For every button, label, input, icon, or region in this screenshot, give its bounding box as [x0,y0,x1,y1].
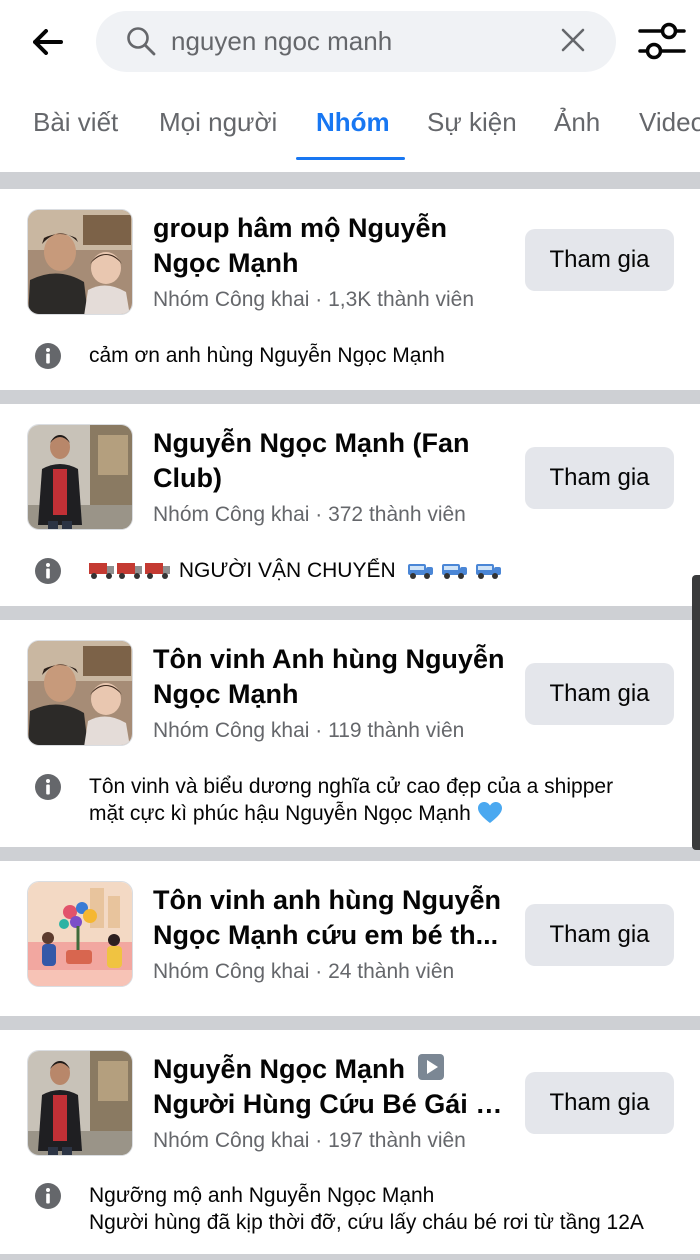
group-name-line2: Club) [153,463,222,493]
divider [0,390,700,404]
man-holding-baby-photo [28,210,132,314]
group-description: Tôn vinh và biểu dương nghĩa cử cao đẹp … [89,773,679,827]
scrollbar[interactable] [692,575,700,850]
group-name[interactable]: group hâm mộ Nguyễn Ngọc Mạnh [153,211,513,281]
group-result-card[interactable]: Tôn vinh anh hùng Nguyễn Ngọc Mạnh cứu e… [0,861,700,1016]
group-name[interactable]: Tôn vinh Anh hùng Nguyễn Ngọc Mạnh [153,642,513,712]
group-meta: Nhóm Công khai · 197 thành viên [153,1129,466,1152]
group-name-line2: Ngọc Mạnh [153,679,299,709]
group-thumbnail[interactable] [27,881,133,987]
info-icon [35,1183,61,1209]
tab-people[interactable]: Mọi người [159,106,277,138]
man-standing-photo [28,425,132,529]
divider [0,606,700,620]
group-meta: Nhóm Công khai · 372 thành viên [153,503,466,526]
tab-groups[interactable]: Nhóm [316,106,390,138]
group-result-card[interactable]: Nguyễn Ngọc Mạnh (Fan Club) Nhóm Công kh… [0,404,700,606]
divider [0,172,700,189]
info-icon [35,343,61,369]
join-group-button[interactable]: Tham gia [525,447,674,509]
top-bar: nguyen ngoc manh [0,0,700,84]
filter-button[interactable] [636,18,688,64]
group-name-line2: Ngọc Mạnh cứu em bé th... [153,920,499,950]
group-name[interactable]: Nguyễn Ngọc Mạnh Người Hùng Cứu Bé Gái R… [153,1052,513,1122]
man-holding-baby-photo [28,641,132,745]
group-name-line2: Người Hùng Cứu Bé Gái R... [153,1089,513,1119]
group-name-line1: Nguyễn Ngọc Mạnh (Fan [153,428,470,458]
truck-icon [89,563,170,579]
tab-posts[interactable]: Bài viết [33,106,118,138]
group-result-card[interactable]: Nguyễn Ngọc Mạnh Người Hùng Cứu Bé Gái R… [0,1030,700,1254]
divider [0,1016,700,1030]
group-default-illustration [28,882,132,986]
group-name-line1: Tôn vinh anh hùng Nguyễn [153,885,501,915]
blue-heart-icon [477,802,502,823]
join-group-button[interactable]: Tham gia [525,663,674,725]
group-thumbnail[interactable] [27,1050,133,1156]
group-name-line1: group hâm mộ Nguyễn [153,213,448,243]
group-thumbnail[interactable] [27,209,133,315]
join-group-button[interactable]: Tham gia [525,229,674,291]
group-thumbnail[interactable] [27,640,133,746]
info-icon [35,558,61,584]
divider [0,847,700,861]
group-description: NGƯỜI VẬN CHUYỂN [89,557,679,584]
back-button[interactable] [26,20,70,64]
group-name[interactable]: Tôn vinh anh hùng Nguyễn Ngọc Mạnh cứu e… [153,883,513,953]
search-field[interactable]: nguyen ngoc manh [96,11,616,72]
clear-search-icon[interactable] [560,27,586,53]
play-button-icon [417,1054,444,1080]
group-meta: Nhóm Công khai · 119 thành viên [153,719,465,742]
group-description: cảm ơn anh hùng Nguyễn Ngọc Mạnh [89,344,445,367]
divider [0,1254,700,1260]
search-filter-tabs: Bài viết Mọi người Nhóm Sự kiện Ảnh Vide… [0,84,700,160]
group-meta: Nhóm Công khai · 1,3K thành viên [153,288,475,311]
search-icon [127,27,156,56]
group-name-line1: Tôn vinh Anh hùng Nguyễn [153,644,505,674]
group-description-line2: Người hùng đã kịp thời đỡ, cứu lấy cháu … [89,1211,644,1234]
tab-events[interactable]: Sự kiện [427,106,517,138]
group-meta: Nhóm Công khai · 24 thành viên [153,960,455,983]
group-description-line1: Tôn vinh và biểu dương nghĩa cử cao đẹp … [89,775,614,798]
join-group-button[interactable]: Tham gia [525,1072,674,1134]
group-description-text: NGƯỜI VẬN CHUYỂN [178,559,396,582]
man-standing-photo [28,1051,132,1155]
group-result-card[interactable]: Tôn vinh Anh hùng Nguyễn Ngọc Mạnh Nhóm … [0,620,700,847]
group-name-line2: Ngọc Mạnh [153,248,299,278]
group-description: Ngưỡng mộ anh Nguyễn Ngọc Mạnh Người hùn… [89,1182,679,1236]
back-arrow-icon [33,29,63,55]
delivery-van-icon [407,564,501,579]
filter-sliders-icon [638,22,686,60]
group-thumbnail[interactable] [27,424,133,530]
active-tab-indicator [296,157,405,160]
join-group-button[interactable]: Tham gia [525,904,674,966]
group-name-line1: Nguyễn Ngọc Mạnh [153,1054,406,1084]
group-result-card[interactable]: group hâm mộ Nguyễn Ngọc Mạnh Nhóm Công … [0,189,700,390]
info-icon [35,774,61,800]
group-description-line2: mặt cực kì phúc hậu Nguyễn Ngọc Mạnh [89,802,471,825]
tab-videos[interactable]: Video [639,106,700,138]
group-description-line1: Ngưỡng mộ anh Nguyễn Ngọc Mạnh [89,1184,435,1207]
search-input[interactable]: nguyen ngoc manh [171,24,392,58]
group-name[interactable]: Nguyễn Ngọc Mạnh (Fan Club) [153,426,513,496]
tab-photos[interactable]: Ảnh [554,106,600,138]
